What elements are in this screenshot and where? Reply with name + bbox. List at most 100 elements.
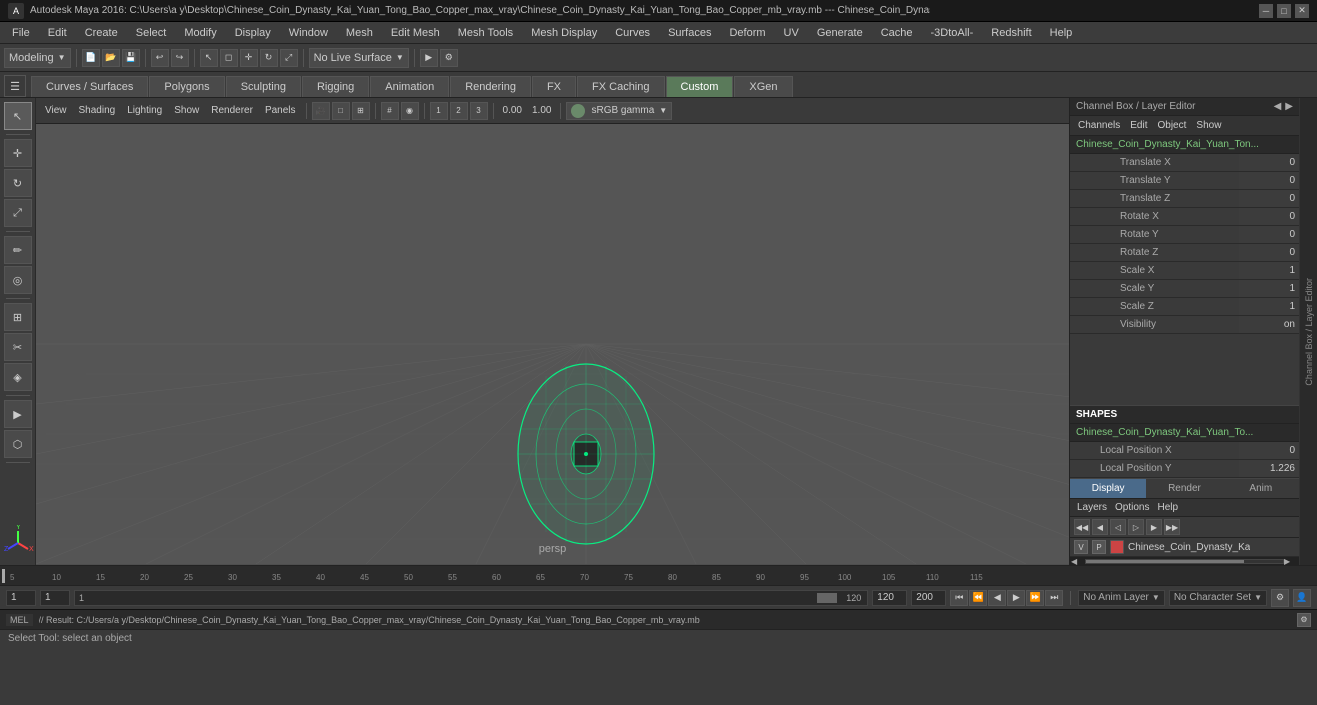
menu-uv[interactable]: UV xyxy=(776,25,807,41)
select-icon[interactable]: ↖ xyxy=(200,49,218,67)
tab-curves-surfaces[interactable]: Curves / Surfaces xyxy=(31,76,148,97)
pb-fwd[interactable]: ▶ xyxy=(1007,590,1025,606)
tab-fx[interactable]: FX xyxy=(532,76,576,97)
char-set-dropdown[interactable]: No Character Set ▼ xyxy=(1169,590,1267,606)
vp-icon-1[interactable]: 1 xyxy=(430,102,448,120)
char-icon[interactable]: 👤 xyxy=(1293,589,1311,607)
rotate-icon[interactable]: ↻ xyxy=(260,49,278,67)
channel-translate-z-value[interactable]: 0 xyxy=(1239,190,1299,207)
dra-tab-render[interactable]: Render xyxy=(1146,479,1222,498)
tab-xgen[interactable]: XGen xyxy=(734,76,792,97)
tool-camera[interactable]: ⬡ xyxy=(4,430,32,458)
menu-display[interactable]: Display xyxy=(227,25,279,41)
vp-lighting-menu[interactable]: Lighting xyxy=(122,104,167,117)
menu-window[interactable]: Window xyxy=(281,25,336,41)
anim-end2-field[interactable]: 200 xyxy=(911,590,946,606)
menu-mesh-display[interactable]: Mesh Display xyxy=(523,25,605,41)
pb-go-start[interactable]: ⏮ xyxy=(950,590,968,606)
frame-current-field[interactable]: 1 xyxy=(40,590,70,606)
menu-3dtoall[interactable]: -3DtoAll- xyxy=(923,25,982,41)
tab-fx-caching[interactable]: FX Caching xyxy=(577,76,664,97)
channel-scale-x-value[interactable]: 1 xyxy=(1239,262,1299,279)
tool-cut[interactable]: ✂ xyxy=(4,333,32,361)
pb-go-end[interactable]: ⏭ xyxy=(1045,590,1063,606)
new-scene-icon[interactable]: 📄 xyxy=(82,49,100,67)
cb-show-menu[interactable]: Show xyxy=(1192,119,1225,132)
tool-scale[interactable]: ⤢ xyxy=(4,199,32,227)
preferences-icon[interactable]: ⚙ xyxy=(1271,589,1289,607)
tab-rendering[interactable]: Rendering xyxy=(450,76,531,97)
vp-icon-wireframe[interactable]: ⊞ xyxy=(352,102,370,120)
attribute-editor-sidebar[interactable]: Channel Box / Layer Editor xyxy=(1299,98,1317,565)
tool-render[interactable]: ▶ xyxy=(4,400,32,428)
tab-animation[interactable]: Animation xyxy=(370,76,449,97)
layer-icon-fwd[interactable]: ▷ xyxy=(1128,519,1144,535)
timeline-ruler[interactable]: 5 10 15 20 25 30 35 40 45 50 55 60 65 70… xyxy=(0,565,1317,585)
menu-generate[interactable]: Generate xyxy=(809,25,871,41)
layers-menu[interactable]: Layers xyxy=(1074,501,1110,514)
channel-rotate-z-value[interactable]: 0 xyxy=(1239,244,1299,261)
titlebar-controls[interactable]: ─ □ ✕ xyxy=(1259,4,1309,18)
vp-icon-grid[interactable]: # xyxy=(381,102,399,120)
menu-cache[interactable]: Cache xyxy=(873,25,921,41)
menu-curves[interactable]: Curves xyxy=(607,25,658,41)
tab-polygons[interactable]: Polygons xyxy=(149,76,224,97)
options-menu[interactable]: Options xyxy=(1112,501,1152,514)
layer-icon-next-next[interactable]: ▶▶ xyxy=(1164,519,1180,535)
anim-end-field[interactable]: 120 xyxy=(872,590,907,606)
tool-paint[interactable]: ✏ xyxy=(4,236,32,264)
channel-translate-x-value[interactable]: 0 xyxy=(1239,154,1299,171)
vp-show-menu[interactable]: Show xyxy=(169,104,204,117)
mel-label[interactable]: MEL xyxy=(6,614,33,626)
scale-icon[interactable]: ⤢ xyxy=(280,49,298,67)
tab-rigging[interactable]: Rigging xyxy=(302,76,369,97)
vp-panels-menu[interactable]: Panels xyxy=(260,104,301,117)
pb-back[interactable]: ◀ xyxy=(988,590,1006,606)
shape-local-pos-y-value[interactable]: 1.226 xyxy=(1239,460,1299,477)
live-surface-dropdown[interactable]: No Live Surface ▼ xyxy=(309,48,409,68)
tool-extrude[interactable]: ◈ xyxy=(4,363,32,391)
vp-shading-menu[interactable]: Shading xyxy=(74,104,121,117)
tab-custom[interactable]: Custom xyxy=(666,76,734,97)
minimize-button[interactable]: ─ xyxy=(1259,4,1273,18)
mode-dropdown[interactable]: Modeling ▼ xyxy=(4,48,71,68)
menu-redshift[interactable]: Redshift xyxy=(983,25,1039,41)
channel-visibility-value[interactable]: on xyxy=(1239,316,1299,333)
status-settings-icon[interactable]: ⚙ xyxy=(1297,613,1311,627)
channel-rotate-y-value[interactable]: 0 xyxy=(1239,226,1299,243)
menu-modify[interactable]: Modify xyxy=(176,25,224,41)
vp-view-menu[interactable]: View xyxy=(40,104,72,117)
render-settings-icon[interactable]: ⚙ xyxy=(440,49,458,67)
help-menu-layer[interactable]: Help xyxy=(1154,501,1181,514)
channel-scale-z-value[interactable]: 1 xyxy=(1239,298,1299,315)
tool-transform[interactable]: ✛ xyxy=(4,139,32,167)
dra-tab-anim[interactable]: Anim xyxy=(1223,479,1299,498)
layer-color-swatch[interactable] xyxy=(1110,540,1124,554)
channel-translate-y-value[interactable]: 0 xyxy=(1239,172,1299,189)
menu-deform[interactable]: Deform xyxy=(721,25,773,41)
channel-rotate-x-value[interactable]: 0 xyxy=(1239,208,1299,225)
channel-scale-y-value[interactable]: 1 xyxy=(1239,280,1299,297)
shape-local-pos-x-value[interactable]: 0 xyxy=(1239,442,1299,459)
tool-sculpt[interactable]: ◎ xyxy=(4,266,32,294)
menu-mesh[interactable]: Mesh xyxy=(338,25,381,41)
open-scene-icon[interactable]: 📂 xyxy=(102,49,120,67)
menu-select[interactable]: Select xyxy=(128,25,175,41)
vp-icon-2[interactable]: 2 xyxy=(450,102,468,120)
vp-icon-display[interactable]: □ xyxy=(332,102,350,120)
vp-renderer-menu[interactable]: Renderer xyxy=(206,104,258,117)
cb-object-menu[interactable]: Object xyxy=(1154,119,1191,132)
layer-visibility-toggle[interactable]: V xyxy=(1074,540,1088,554)
pb-prev-key[interactable]: ⏪ xyxy=(969,590,987,606)
lasso-icon[interactable]: ◻ xyxy=(220,49,238,67)
scroll-right-btn[interactable]: ▶ xyxy=(1284,557,1298,566)
save-scene-icon[interactable]: 💾 xyxy=(122,49,140,67)
attribute-editor-label[interactable]: Channel Box / Layer Editor xyxy=(1304,278,1314,386)
layer-icon-prev-prev[interactable]: ◀◀ xyxy=(1074,519,1090,535)
pb-next-key[interactable]: ⏩ xyxy=(1026,590,1044,606)
vp-icon-3[interactable]: 3 xyxy=(470,102,488,120)
menu-create[interactable]: Create xyxy=(77,25,126,41)
undo-icon[interactable]: ↩ xyxy=(151,49,169,67)
gamma-selector[interactable]: sRGB gamma ▼ xyxy=(566,102,672,120)
menu-edit[interactable]: Edit xyxy=(40,25,75,41)
